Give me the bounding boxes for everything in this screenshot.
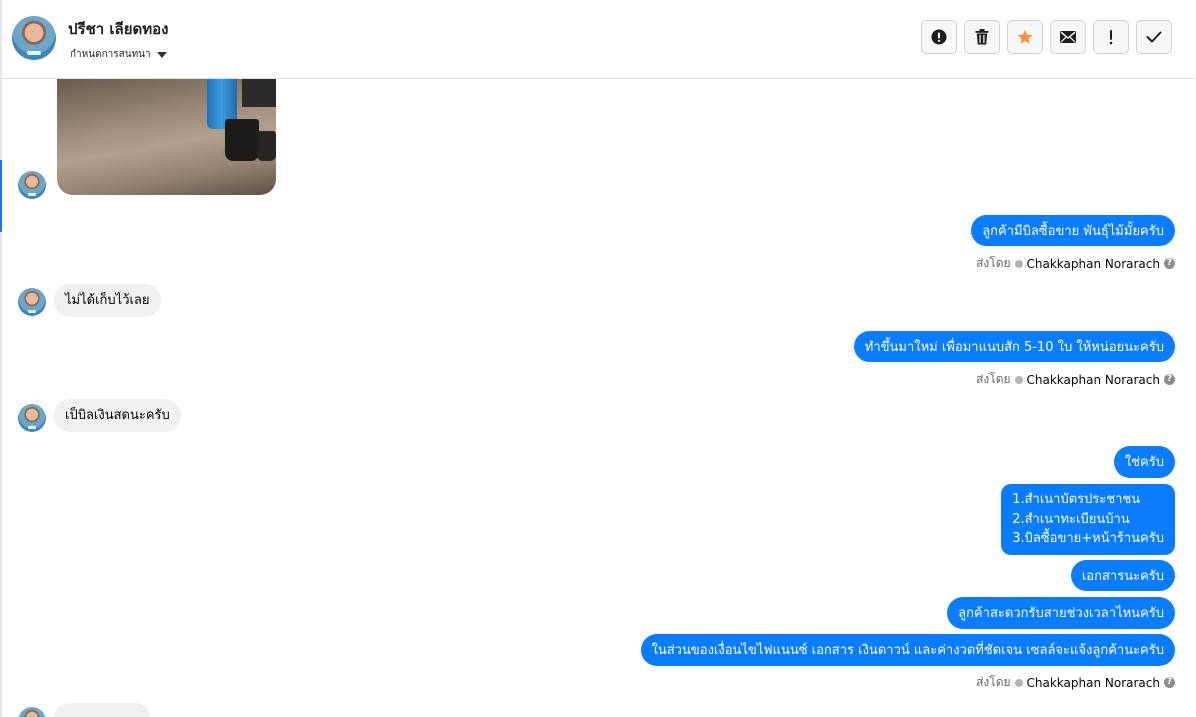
sent-by-name[interactable]: Chakkaphan Norarach (1027, 373, 1160, 387)
contact-avatar-small[interactable] (18, 707, 46, 717)
check-icon (1146, 31, 1162, 43)
conversation-toolbar (921, 20, 1174, 54)
trash-icon (975, 29, 989, 45)
agent-dot-icon (1014, 375, 1023, 384)
mark-unread-button[interactable] (1050, 20, 1086, 54)
agent-dot-icon (1014, 678, 1023, 687)
agent-dot-icon (1014, 259, 1023, 268)
outgoing-message[interactable]: ใช่ครับ (1113, 446, 1175, 478)
outgoing-message[interactable]: ลูกค้าสะดวกรับสายช่วงเวลาไหนครับ (947, 597, 1175, 629)
mark-spam-button[interactable] (921, 20, 957, 54)
caret-down-icon (156, 52, 167, 58)
star-button[interactable] (1007, 20, 1043, 54)
alert-circle-icon (931, 29, 947, 45)
help-icon[interactable]: ? (1164, 374, 1175, 385)
assign-conversation-dropdown[interactable]: กำหนดการสนทนา (70, 47, 167, 62)
incoming-message-partial[interactable] (54, 703, 150, 717)
assign-conversation-label: กำหนดการสนทนา (70, 49, 151, 60)
photo-pot (257, 131, 276, 161)
sent-by-prefix: ส่งโดย (976, 256, 1011, 270)
incoming-message[interactable]: เป็บิลเงินสดนะครับ (54, 399, 181, 432)
sent-by-label: ส่งโดย Chakkaphan Norarach ? (976, 254, 1175, 273)
incoming-message[interactable]: ไม่ได้เก็บไว้เลย (54, 284, 161, 317)
outgoing-message[interactable]: เอกสารนะครับ (1070, 560, 1175, 591)
outgoing-message[interactable]: ทำขึ้นมาใหม่ เพื่อมาแนบสัก 5-10 ใบ ให้หน… (853, 331, 1175, 362)
contact-avatar-small[interactable] (18, 404, 46, 432)
sent-by-label: ส่งโดย Chakkaphan Norarach ? (976, 370, 1175, 389)
follow-up-button[interactable] (1093, 20, 1129, 54)
delete-button[interactable] (964, 20, 1000, 54)
sent-by-prefix: ส่งโดย (976, 372, 1011, 386)
contact-avatar-small[interactable] (18, 171, 46, 199)
message-photo[interactable] (57, 79, 276, 195)
contact-avatar-small[interactable] (18, 288, 46, 316)
exclamation-icon (1109, 30, 1113, 45)
sent-by-prefix: ส่งโดย (976, 675, 1011, 689)
outgoing-message[interactable]: ในส่วนของเงื่อนไขไฟแนนซ์ เอกสาร เงินดาวน… (640, 634, 1175, 666)
star-icon (1017, 29, 1033, 44)
outgoing-message[interactable]: ลูกค้ามีบิลซื้อขาย พันธุ์ไม้มั้ยครับ (971, 215, 1175, 246)
help-icon[interactable]: ? (1164, 258, 1175, 269)
sent-by-name[interactable]: Chakkaphan Norarach (1027, 257, 1160, 271)
outgoing-message[interactable]: 1.สำเนาบัตรประชาชน 2.สำเนาทะเบียนบ้าน 3.… (1001, 484, 1175, 555)
contact-avatar[interactable] (12, 16, 56, 60)
help-icon[interactable]: ? (1164, 677, 1175, 688)
contact-name[interactable]: ปรีชา เลียดทอง (68, 17, 168, 41)
envelope-icon (1060, 31, 1076, 43)
photo-tray (242, 79, 276, 107)
message-thread[interactable]: ลูกค้ามีบิลซื้อขาย พันธุ์ไม้มั้ยครับ ส่ง… (0, 79, 1196, 717)
sent-by-name[interactable]: Chakkaphan Norarach (1027, 676, 1160, 690)
photo-pot (225, 119, 259, 161)
conversation-header: ปรีชา เลียดทอง กำหนดการสนทนา (2, 0, 1194, 79)
mark-done-button[interactable] (1136, 20, 1172, 54)
sent-by-label: ส่งโดย Chakkaphan Norarach ? (976, 673, 1175, 692)
